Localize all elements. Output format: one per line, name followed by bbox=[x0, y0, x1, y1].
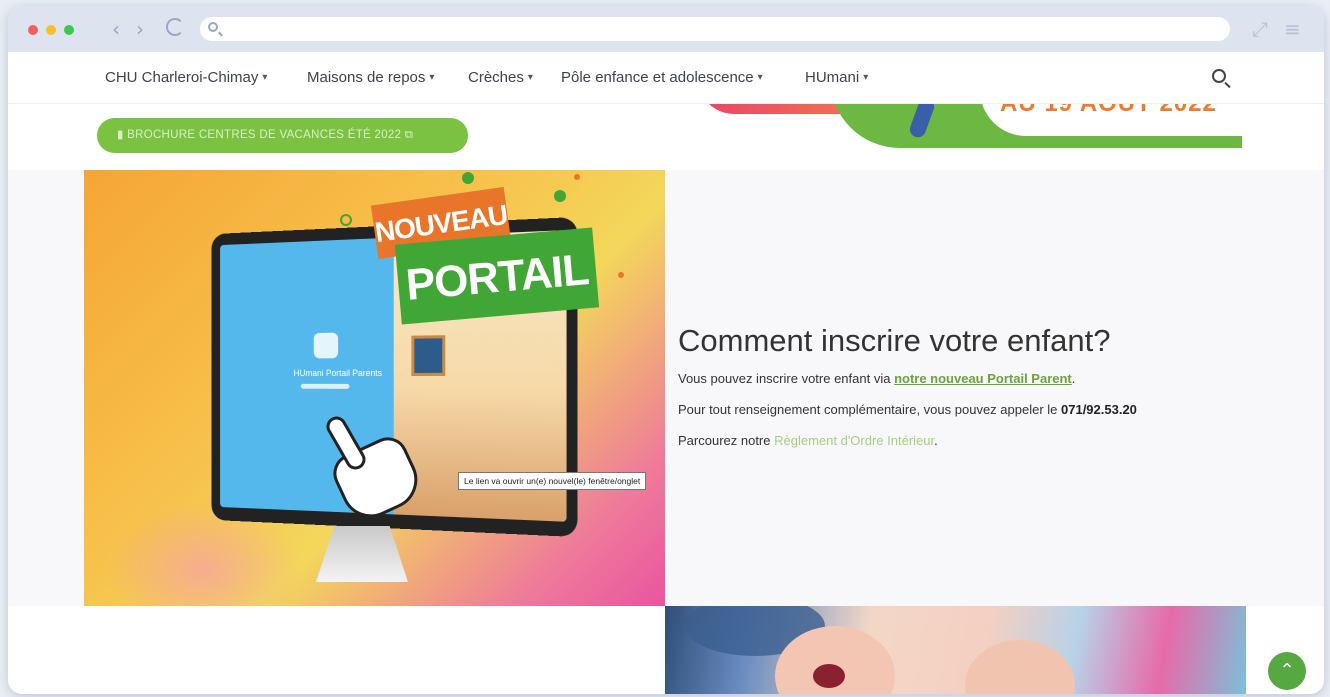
chevron-up-icon: ⌃ bbox=[1279, 660, 1295, 681]
back-arrow-icon[interactable]: ‹ bbox=[112, 17, 120, 41]
brochure-button[interactable]: ▮ BROCHURE CENTRES DE VACANCES ÉTÉ 2022 … bbox=[97, 118, 468, 153]
chevron-down-icon: ▾ bbox=[429, 72, 435, 83]
logo-icon bbox=[313, 332, 339, 359]
forward-arrow-icon[interactable]: › bbox=[136, 17, 144, 41]
main-navigation: CHU Charleroi-Chimay ▾ Maisons de repos ▾ … bbox=[8, 52, 1324, 104]
document-icon: ▮ bbox=[117, 129, 128, 141]
children-photo bbox=[665, 606, 1246, 694]
menu-item-chu[interactable]: CHU Charleroi-Chimay ▾ bbox=[105, 69, 267, 86]
info-line-portal: Vous pouvez inscrire votre enfant via no… bbox=[678, 371, 1076, 386]
monitor-stand bbox=[316, 526, 408, 582]
vacation-banner: AU 19 AOUT 2022 bbox=[690, 74, 1242, 148]
pointing-hand-icon bbox=[322, 412, 428, 528]
registration-section: HUmani Portail Parents NOUVEAU PORTAIL C… bbox=[8, 170, 1324, 606]
search-icon bbox=[208, 22, 218, 32]
menu-item-creches[interactable]: Crèches ▾ bbox=[468, 69, 533, 86]
reglement-link[interactable]: Règlement d'Ordre Intérieur bbox=[774, 433, 934, 448]
close-window-button[interactable] bbox=[28, 25, 38, 35]
portal-hero-image[interactable]: HUmani Portail Parents NOUVEAU PORTAIL bbox=[84, 170, 665, 606]
phone-number: 071/92.53.20 bbox=[1061, 402, 1137, 417]
chevron-down-icon: ▾ bbox=[262, 72, 268, 83]
portal-parent-link[interactable]: notre nouveau Portail Parent bbox=[894, 371, 1072, 386]
info-line-rules: Parcourez notre Règlement d'Ordre Intéri… bbox=[678, 433, 938, 448]
menu-item-pole-enfance[interactable]: Pôle enfance et adolescence ▾ bbox=[561, 69, 763, 86]
search-icon[interactable] bbox=[1212, 69, 1226, 83]
registration-info: Comment inscrire votre enfant? Vous pouv… bbox=[678, 323, 1318, 464]
hamburger-menu-icon[interactable]: ≡ bbox=[1284, 17, 1301, 41]
section-title: Comment inscrire votre enfant? bbox=[678, 323, 1111, 358]
menu-item-humani[interactable]: HUmani ▾ bbox=[805, 69, 868, 86]
chevron-down-icon: ▾ bbox=[863, 72, 869, 83]
link-tooltip: Le lien va ouvrir un(e) nouvel(le) fenêt… bbox=[458, 472, 647, 490]
address-bar[interactable] bbox=[200, 17, 1230, 41]
minimize-window-button[interactable] bbox=[46, 25, 56, 35]
back-to-top-button[interactable]: ⌃ bbox=[1268, 652, 1306, 690]
browser-toolbar: ‹ › ⤢ ≡ bbox=[8, 6, 1324, 52]
vacation-section: AU 19 AOUT 2022 ▮ BROCHURE CENTRES DE VA… bbox=[8, 74, 1324, 170]
menu-item-maisons-de-repos[interactable]: Maisons de repos ▾ bbox=[307, 69, 434, 86]
expand-icon[interactable]: ⤢ bbox=[1252, 17, 1268, 41]
chevron-down-icon: ▾ bbox=[527, 72, 533, 83]
maximize-window-button[interactable] bbox=[64, 25, 74, 35]
reload-icon[interactable] bbox=[166, 18, 184, 36]
browser-window: ‹ › ⤢ ≡ CHU Charleroi-Chimay ▾ Maisons de… bbox=[8, 6, 1324, 694]
external-link-icon: ⧉ bbox=[401, 129, 414, 141]
next-section bbox=[8, 606, 1324, 694]
chevron-down-icon: ▾ bbox=[757, 72, 763, 83]
info-line-phone: Pour tout renseignement complémentaire, … bbox=[678, 402, 1137, 417]
